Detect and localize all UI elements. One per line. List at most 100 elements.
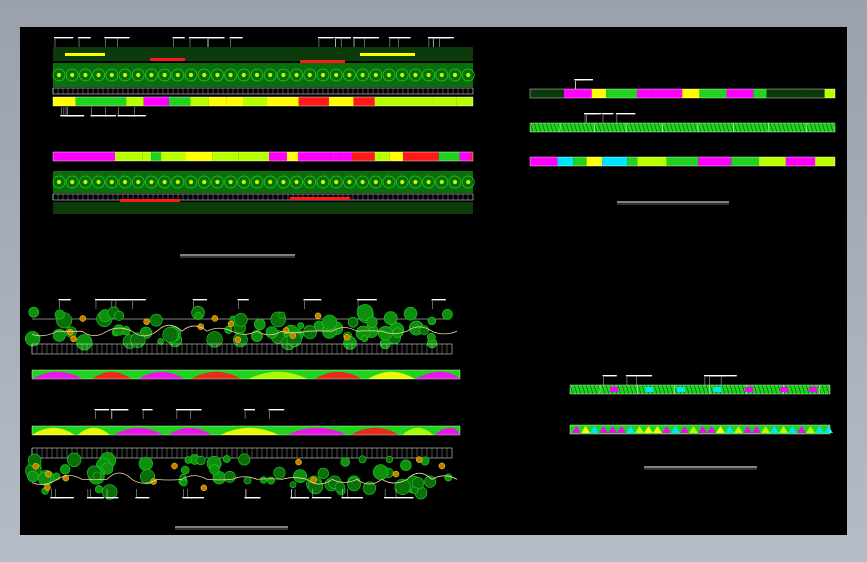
tree-center (413, 72, 418, 78)
band-segment (142, 152, 152, 161)
accent-tree (44, 484, 51, 491)
band-segment (602, 157, 628, 166)
tree-cluster-item (54, 309, 65, 320)
tree-cluster-item (243, 476, 252, 485)
accent-tree (200, 484, 208, 492)
tree-cluster-item (259, 476, 268, 484)
leader-text-mark (244, 497, 259, 499)
tree-cluster-item (92, 471, 102, 481)
tree-center (56, 179, 62, 185)
tree-center (56, 72, 62, 78)
band-segment (208, 97, 227, 106)
band-segment (726, 89, 754, 98)
tree-cluster-item (334, 481, 346, 493)
tree-cluster-item (340, 457, 350, 467)
leader-text-mark (357, 299, 377, 301)
leader-text-mark (135, 497, 150, 499)
accent-tree (66, 329, 74, 336)
band-segment (563, 89, 592, 98)
tree-cluster-item (27, 470, 39, 483)
tree-center (254, 179, 260, 185)
hatch-base (570, 385, 830, 394)
band-segment (438, 152, 460, 161)
band-segment (824, 89, 835, 98)
band-segment (389, 152, 404, 161)
tree-center (386, 72, 392, 78)
paving-strip (300, 60, 345, 63)
leader-text-mark (384, 497, 395, 499)
accent-block (610, 387, 618, 392)
bed-bottom (53, 202, 473, 214)
tree-center (202, 179, 207, 185)
leader-text-mark (635, 375, 653, 377)
leader-text-mark (708, 375, 727, 377)
band-segment (530, 157, 558, 166)
band-segment (75, 97, 95, 106)
tree-cluster-item (293, 469, 308, 484)
tree-cluster-item (403, 306, 418, 321)
leader-text-mark (172, 37, 185, 39)
bottom-right-plan (569, 375, 833, 470)
band-segment (266, 97, 299, 106)
tree-center (268, 179, 273, 185)
accent-tree (289, 332, 297, 339)
tree-cluster-item (444, 473, 453, 482)
tree-cluster-item (52, 472, 61, 481)
tree-center (466, 179, 471, 185)
band-segment (785, 157, 795, 166)
band-segment (651, 89, 683, 98)
tree-cluster-item (427, 316, 437, 326)
band-segment (226, 97, 243, 106)
band-segment (374, 152, 390, 161)
tree-center (320, 179, 326, 185)
leader-text-mark (317, 37, 334, 39)
leader-text-mark (142, 409, 153, 411)
tree-cluster-item (289, 481, 297, 489)
tree-cluster-item (209, 464, 220, 475)
tree-center (122, 179, 128, 185)
tree-center (109, 179, 114, 185)
leader-text-mark (116, 37, 130, 39)
leader-text-mark (110, 409, 127, 411)
tree-cluster-item (265, 326, 278, 339)
tree-center (162, 179, 167, 185)
tree-center (373, 72, 378, 78)
accent-tree (343, 333, 351, 341)
leader-text-mark (114, 299, 132, 301)
leader-text-mark (175, 409, 194, 411)
leader-text-mark (294, 497, 306, 499)
top-right-plan (529, 79, 838, 205)
leader-text-mark (54, 37, 74, 39)
tree-cluster-item (60, 464, 71, 475)
tree-center (413, 179, 418, 185)
tree-cluster-item (366, 316, 378, 328)
tree-cluster-item (347, 477, 361, 492)
tree-cluster-item (234, 313, 248, 327)
tree-cluster-item (184, 456, 192, 464)
band-segment (456, 97, 473, 106)
band-segment (557, 157, 574, 166)
tree-center (215, 179, 220, 185)
leader-text-mark (353, 37, 372, 39)
paving-strip (65, 53, 105, 56)
accent-block (645, 387, 654, 392)
band-segment (433, 97, 457, 106)
tree-center (83, 72, 88, 78)
tree-cluster-item (76, 334, 93, 351)
band-segment (168, 97, 191, 106)
leader-text-mark (206, 37, 220, 39)
band-segment (339, 152, 353, 161)
band-segment (766, 89, 801, 98)
accent-tree (227, 320, 235, 328)
tree-cluster-item (297, 322, 305, 330)
tree-cluster-item (222, 455, 231, 463)
leader-text-mark (625, 375, 637, 377)
leader-text-mark (311, 497, 332, 499)
tree-center (439, 179, 444, 185)
leader-text-mark (186, 497, 205, 499)
tree-cluster-item (206, 331, 223, 348)
band-segment (759, 157, 786, 166)
tree-center (386, 179, 392, 185)
accent-tree (415, 456, 423, 463)
leader-text-mark (94, 299, 115, 301)
